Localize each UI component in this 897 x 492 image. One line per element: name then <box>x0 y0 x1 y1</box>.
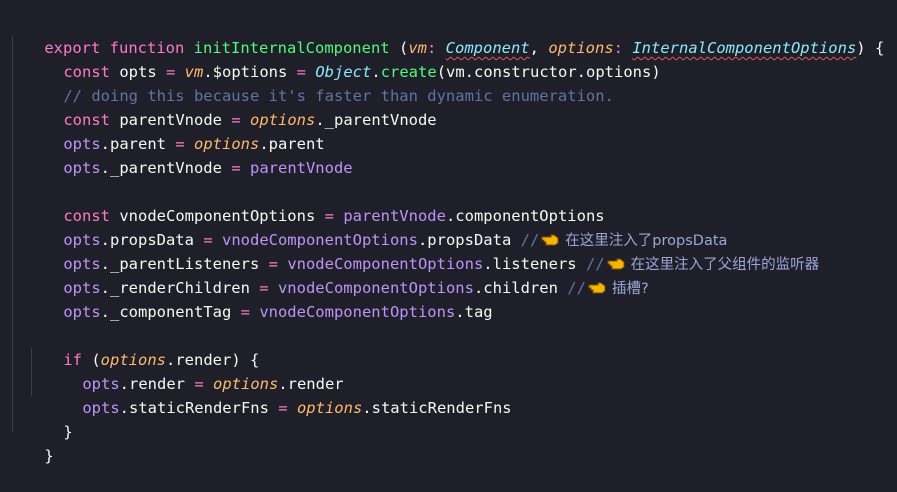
code-editor[interactable]: export function initInternalComponent (v… <box>0 0 897 465</box>
variable-parent-vnode: parentVnode <box>240 159 353 177</box>
variable-vnode-component-options: vnodeComponentOptions <box>249 303 456 321</box>
variable-opts: opts <box>82 399 120 417</box>
variable-opts: opts <box>63 303 101 321</box>
operator: = <box>240 303 250 321</box>
member: .tag <box>455 303 493 321</box>
operator: = <box>278 399 288 417</box>
member: .staticRenderFns <box>119 399 279 417</box>
code-line-14[interactable]: if (options.render) { <box>26 324 259 369</box>
pointing-hand-icon <box>588 277 608 301</box>
closing-brace: } <box>63 423 73 441</box>
type-internal-component-options: InternalComponentOptions <box>632 39 857 57</box>
member: ._parentVnode <box>100 159 232 177</box>
operator: = <box>231 159 241 177</box>
code-line-10[interactable]: opts._parentListeners = vnodeComponentOp… <box>26 228 819 273</box>
code-line-12[interactable]: opts._componentTag = vnodeComponentOptio… <box>26 276 492 321</box>
code-line-3[interactable]: // doing this because it's faster than d… <box>26 60 614 105</box>
comment-slashes: // <box>567 279 586 297</box>
closing-brace: } <box>44 447 54 465</box>
code-line-18[interactable]: } <box>7 420 53 465</box>
member: ._componentTag <box>100 303 241 321</box>
member: ._parentVnode <box>315 111 437 129</box>
comment-note: 在这里注入了父组件的监听器 <box>630 257 820 273</box>
code-line-9[interactable]: opts.propsData = vnodeComponentOptions.p… <box>26 204 727 249</box>
code-line-2[interactable]: const opts = vm.$options = Object.create… <box>26 36 660 81</box>
member: .staticRenderFns <box>362 399 512 417</box>
code-line-16[interactable]: opts.staticRenderFns = options.staticRen… <box>45 372 511 417</box>
code-line-8[interactable]: const vnodeComponentOptions = parentVnod… <box>26 180 604 225</box>
comment-note: 插槽? <box>611 281 649 297</box>
param-options: options <box>287 399 363 417</box>
code-line-11[interactable]: opts._renderChildren = vnodeComponentOpt… <box>26 252 648 297</box>
code-line-17[interactable]: } <box>26 396 72 441</box>
indent-guide <box>12 36 13 432</box>
code-line-1[interactable]: export function initInternalComponent (v… <box>7 12 884 57</box>
code-line-6[interactable]: opts._parentVnode = parentVnode <box>26 132 352 177</box>
variable-opts: opts <box>63 159 101 177</box>
punct: ) { <box>856 39 885 57</box>
code-line-4[interactable]: const parentVnode = options._parentVnode <box>26 84 436 129</box>
code-line-15[interactable]: opts.render = options.render <box>45 348 343 393</box>
code-line-5[interactable]: opts.parent = options.parent <box>26 108 324 153</box>
